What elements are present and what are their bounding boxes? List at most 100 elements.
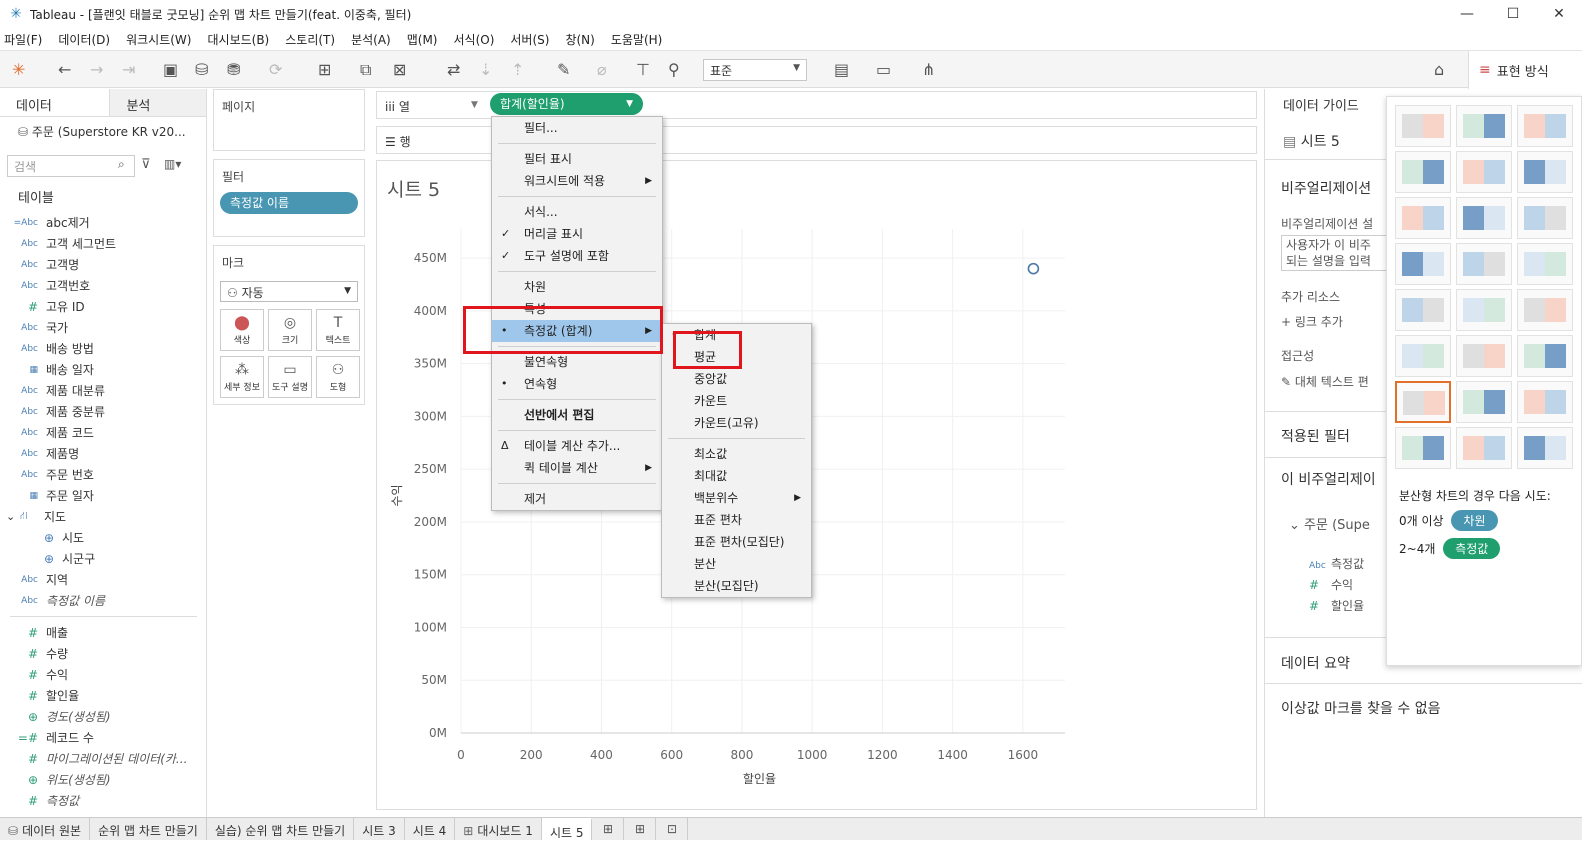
columns-pill[interactable]: 합계(할인율) ▼: [490, 93, 643, 115]
chart-type-thumbnail[interactable]: [1395, 427, 1451, 469]
menu-item[interactable]: 필터...: [492, 117, 662, 139]
sheet-tab[interactable]: 시트 5: [541, 818, 593, 840]
chart-type-thumbnail[interactable]: [1517, 381, 1573, 423]
highlight-icon[interactable]: ✎: [557, 60, 570, 79]
chart-type-thumbnail[interactable]: [1395, 335, 1451, 377]
chart-type-thumbnail[interactable]: [1395, 105, 1451, 147]
menu-item[interactable]: 분석(A): [351, 31, 391, 48]
chart-type-thumbnail[interactable]: [1517, 197, 1573, 239]
clear-sheet-icon[interactable]: ⊠: [393, 60, 406, 79]
menu-item[interactable]: 중앙값: [662, 368, 811, 390]
minimize-button[interactable]: —: [1444, 0, 1490, 28]
chart-type-thumbnail[interactable]: [1395, 381, 1451, 423]
close-button[interactable]: ✕: [1536, 0, 1582, 28]
menu-item[interactable]: 서식(O): [454, 31, 495, 48]
swap-icon[interactable]: ⇄: [447, 60, 460, 79]
redo-icon[interactable]: →: [90, 60, 103, 79]
menu-item[interactable]: 제거: [492, 488, 662, 510]
menu-item[interactable]: 대시보드(B): [207, 31, 269, 48]
sheet-tab[interactable]: 시트 3: [354, 818, 405, 840]
field-item[interactable]: # 마이그레이션된 데이터(카...: [0, 748, 207, 769]
menu-item[interactable]: 필터 표시: [492, 148, 662, 170]
chart-type-thumbnail[interactable]: [1456, 381, 1512, 423]
sort-desc-icon[interactable]: ⇡: [511, 60, 524, 79]
datasource-item[interactable]: ⛁ 주문 (Superstore KR v20...: [0, 117, 206, 146]
menu-item[interactable]: ✓ 머리글 표시: [492, 223, 662, 245]
alt-text-button[interactable]: ✎ 대체 텍스트 편: [1281, 373, 1369, 390]
field-item[interactable]: ⊕ 시도: [0, 527, 207, 548]
menu-item[interactable]: 카운트: [662, 390, 811, 412]
filters-shelf[interactable]: 필터 측정값 이름: [213, 159, 365, 237]
tooltip-button[interactable]: ▭ 도구 설명: [268, 356, 312, 398]
format-painter-icon[interactable]: ⌂: [1434, 60, 1444, 79]
detail-button[interactable]: ⁂ 세부 정보: [220, 356, 264, 398]
field-item[interactable]: ▦ 배송 일자: [0, 359, 207, 380]
chart-type-thumbnail[interactable]: [1456, 151, 1512, 193]
menu-item[interactable]: • 연속형: [492, 373, 662, 395]
new-worksheet-icon[interactable]: ⊞: [318, 60, 331, 79]
menu-item[interactable]: 파일(F): [4, 31, 42, 48]
chart-type-thumbnail[interactable]: [1517, 427, 1573, 469]
field-item[interactable]: # 할인율: [0, 685, 207, 706]
chart-type-thumbnail[interactable]: [1456, 335, 1512, 377]
menu-item[interactable]: 워크시트(W): [126, 31, 191, 48]
shape-button[interactable]: ⚇ 도형: [316, 356, 360, 398]
chart-type-thumbnail[interactable]: [1456, 427, 1512, 469]
size-button[interactable]: ◎ 크기: [268, 309, 312, 351]
fit-select[interactable]: 표준 ▼: [703, 59, 807, 81]
chart-type-thumbnail[interactable]: [1517, 243, 1573, 285]
sheet-tab[interactable]: 시트 4: [405, 818, 456, 840]
source-tree-item[interactable]: ⌄ 주문 (Supe: [1289, 514, 1370, 533]
new-worksheet-tab-icon[interactable]: ⊞: [592, 818, 625, 840]
add-link-button[interactable]: + 링크 추가: [1281, 313, 1343, 330]
chart-type-thumbnail[interactable]: [1456, 243, 1512, 285]
chart-type-thumbnail[interactable]: [1517, 105, 1573, 147]
chart-type-thumbnail[interactable]: [1456, 289, 1512, 331]
menu-item[interactable]: 서버(S): [510, 31, 549, 48]
field-item[interactable]: Abc 제품 대분류: [0, 380, 207, 401]
menu-item[interactable]: 맵(M): [407, 31, 438, 48]
undo-icon[interactable]: ←: [58, 60, 71, 79]
menu-item[interactable]: 불연속형: [492, 351, 662, 373]
menu-item[interactable]: ✓ 도구 설명에 포함: [492, 245, 662, 267]
field-item[interactable]: # 고유 ID: [0, 296, 207, 317]
field-item[interactable]: Abc 지역: [0, 569, 207, 590]
new-dashboard-tab-icon[interactable]: ⊞: [624, 818, 657, 840]
menu-item[interactable]: 표준 편차: [662, 509, 811, 531]
field-item[interactable]: ⊕ 시군구: [0, 548, 207, 569]
menu-item[interactable]: 스토리(T): [285, 31, 335, 48]
field-item[interactable]: # 매출: [0, 622, 207, 643]
menu-item[interactable]: 최소값: [662, 443, 811, 465]
menu-item[interactable]: 도움말(H): [611, 31, 663, 48]
sort-asc-icon[interactable]: ⇣: [479, 60, 492, 79]
menu-item[interactable]: 카운트(고유): [662, 412, 811, 434]
field-item[interactable]: Abc 측정값 이름: [0, 590, 207, 611]
presentation-mode-icon[interactable]: ▭: [876, 60, 891, 79]
menu-item[interactable]: 차원: [492, 276, 662, 298]
filter-pill[interactable]: 측정값 이름: [220, 192, 358, 214]
field-item[interactable]: Abc 제품 코드: [0, 422, 207, 443]
menu-item[interactable]: 데이터(D): [58, 31, 110, 48]
chart-type-thumbnail[interactable]: [1395, 243, 1451, 285]
group-icon[interactable]: ⌀: [597, 60, 607, 79]
hierarchy-item[interactable]: ⌄ ⛙ 지도: [0, 506, 207, 527]
refresh-icon[interactable]: ⟳: [269, 60, 282, 79]
chart-type-thumbnail[interactable]: [1395, 289, 1451, 331]
menu-item[interactable]: 창(N): [565, 31, 594, 48]
field-item[interactable]: # 측정값: [0, 790, 207, 811]
menu-item[interactable]: 워크시트에 적용 ▶: [492, 170, 662, 192]
text-button[interactable]: T 텍스트: [316, 309, 360, 351]
menu-item[interactable]: 분산(모집단): [662, 575, 811, 597]
chart-type-thumbnail[interactable]: [1517, 289, 1573, 331]
menu-item[interactable]: 서식...: [492, 201, 662, 223]
search-input[interactable]: 검색: [7, 155, 135, 177]
field-item[interactable]: Abc 국가: [0, 317, 207, 338]
x-axis-title[interactable]: 할인율: [743, 772, 776, 786]
field-item[interactable]: # 수익: [0, 664, 207, 685]
chart-type-thumbnail[interactable]: [1395, 151, 1451, 193]
viz-description-input[interactable]: 사용자가 이 비주 되는 설명을 입력: [1281, 235, 1401, 271]
sheet-tab[interactable]: 실습) 순위 맵 차트 만들기: [207, 818, 355, 840]
pages-shelf[interactable]: 페이지: [213, 89, 365, 151]
field-item[interactable]: Abc 배송 방법: [0, 338, 207, 359]
field-item[interactable]: Abc 고객번호: [0, 275, 207, 296]
